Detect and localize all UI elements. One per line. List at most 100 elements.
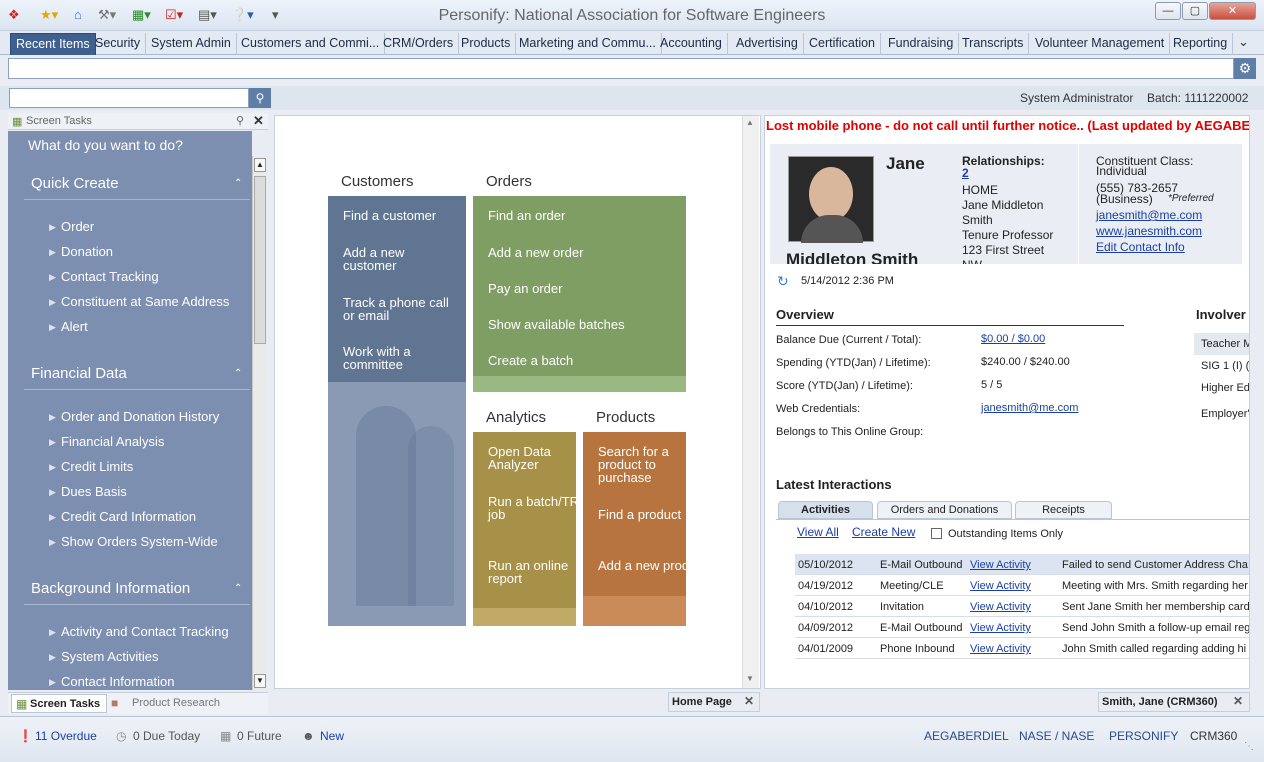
customers-link[interactable]: Track a phone call or email xyxy=(343,296,455,322)
collapse-icon[interactable]: ⌃ xyxy=(234,583,242,594)
tab-system-admin[interactable]: System Admin xyxy=(146,33,237,55)
task-link[interactable]: System Activities xyxy=(61,649,159,664)
products-link[interactable]: Search for a product to purchase xyxy=(598,445,710,484)
products-link[interactable]: Add a new product xyxy=(598,559,710,572)
email-link[interactable]: janesmith@me.com xyxy=(1096,208,1202,222)
search-input[interactable] xyxy=(9,88,249,108)
customers-link[interactable]: Find a customer xyxy=(343,209,455,222)
tab-advertising[interactable]: Advertising xyxy=(731,33,804,55)
view-activity-link[interactable]: View Activity xyxy=(970,622,1031,634)
task-link[interactable]: Show Orders System-Wide xyxy=(61,534,218,549)
tab-transcripts[interactable]: Transcripts xyxy=(957,33,1030,55)
task-link[interactable]: Order and Donation History xyxy=(61,409,219,424)
tab-certification[interactable]: Certification xyxy=(804,33,881,55)
customers-link[interactable]: Work with a committee xyxy=(343,345,455,371)
products-tile: Search for a product to purchase Find a p… xyxy=(583,432,706,626)
tab-accounting[interactable]: Accounting xyxy=(655,33,728,55)
interaction-tab[interactable]: Orders and Donations xyxy=(877,501,1012,519)
view-all-link[interactable]: View All xyxy=(797,525,839,539)
left-scrollbar[interactable]: ▲ ▼ xyxy=(252,156,267,690)
interaction-tab[interactable]: Receipts xyxy=(1015,501,1112,519)
section-financial-data[interactable]: Financial Data xyxy=(31,365,127,382)
task-link[interactable]: Contact Tracking xyxy=(61,269,159,284)
view-activity-link[interactable]: View Activity xyxy=(970,601,1031,613)
phone-type: (Business) xyxy=(1096,192,1153,206)
command-bar[interactable] xyxy=(8,58,1234,79)
section-background-information[interactable]: Background Information xyxy=(31,580,190,597)
chevron-right-icon: ▶ xyxy=(49,247,56,257)
customers-link[interactable]: Add a new customer xyxy=(343,246,455,272)
tab-home-page[interactable]: Home Page ✕ xyxy=(668,692,760,712)
website-link[interactable]: www.janesmith.com xyxy=(1096,224,1202,238)
more-tabs-chevron-icon[interactable]: ⌄ xyxy=(1238,34,1249,50)
task-link[interactable]: Order xyxy=(61,219,94,234)
task-link[interactable]: Contact Information xyxy=(61,674,174,689)
tab-reporting[interactable]: Reporting xyxy=(1168,33,1234,55)
edit-contact-link[interactable]: Edit Contact Info xyxy=(1096,240,1185,254)
tab-customers-and-commi[interactable]: Customers and Commi... xyxy=(236,33,386,55)
status-user: AEGABERDIEL xyxy=(924,729,1009,743)
view-activity-link[interactable]: View Activity xyxy=(970,580,1031,592)
overview-value[interactable]: $0.00 / $0.00 xyxy=(981,333,1045,345)
resize-grip-icon[interactable]: ⋱ xyxy=(1244,741,1254,752)
orders-link[interactable]: Find an order xyxy=(488,209,668,222)
close-panel-icon[interactable]: ✕ xyxy=(253,113,264,129)
tab-recent-items[interactable]: Recent Items xyxy=(10,33,96,55)
orders-link[interactable]: Show available batches xyxy=(488,318,668,331)
overdue-count[interactable]: 11 Overdue xyxy=(35,729,97,743)
task-link[interactable]: Financial Analysis xyxy=(61,434,164,449)
tab-crm-orders[interactable]: CRM/Orders xyxy=(378,33,460,55)
view-activity-link[interactable]: View Activity xyxy=(970,643,1031,655)
orders-link[interactable]: Create a batch xyxy=(488,354,668,367)
task-link[interactable]: Credit Card Information xyxy=(61,509,196,524)
task-link[interactable]: Activity and Contact Tracking xyxy=(61,624,229,639)
view-activity-link[interactable]: View Activity xyxy=(970,559,1031,571)
orders-link[interactable]: Pay an order xyxy=(488,282,668,295)
maximize-button[interactable]: ▢ xyxy=(1182,2,1208,20)
relationships-count[interactable]: 2 xyxy=(962,166,969,180)
tab-screen-tasks[interactable]: ▦ Screen Tasks xyxy=(11,694,107,713)
collapse-icon[interactable]: ⌃ xyxy=(234,178,242,189)
outstanding-checkbox[interactable] xyxy=(931,528,942,539)
create-new-link[interactable]: Create New xyxy=(852,525,915,539)
customers-tile: Find a customer Add a new customer Track a… xyxy=(328,196,466,626)
interaction-tab[interactable]: Activities xyxy=(778,501,873,519)
close-tab-icon[interactable]: ✕ xyxy=(744,694,754,708)
section-quick-create[interactable]: Quick Create xyxy=(31,175,119,192)
status-mode: CRM360 xyxy=(1190,729,1238,743)
tab-crm360-record[interactable]: Smith, Jane (CRM360) ✕ xyxy=(1098,692,1250,712)
new-button[interactable]: New xyxy=(320,729,344,743)
close-tab-icon[interactable]: ✕ xyxy=(1233,694,1243,708)
table-row[interactable]: 05/10/2012 E-Mail Outbound View Activity Fa… xyxy=(795,554,1249,575)
future-count[interactable]: 0 Future xyxy=(237,729,282,743)
tab-product-research[interactable]: ■ Product Research xyxy=(109,694,227,713)
refresh-icon[interactable]: ↻ xyxy=(777,273,789,290)
overview-value[interactable]: janesmith@me.com xyxy=(981,402,1078,414)
task-link[interactable]: Constituent at Same Address xyxy=(61,294,229,309)
tab-products[interactable]: Products xyxy=(456,33,517,55)
tab-fundraising[interactable]: Fundraising xyxy=(883,33,960,55)
table-row[interactable]: 04/19/2012 Meeting/CLE View Activity Meetin… xyxy=(795,575,1249,596)
task-link[interactable]: Credit Limits xyxy=(61,459,133,474)
products-link[interactable]: Find a product xyxy=(598,508,710,521)
minimize-button[interactable]: — xyxy=(1155,2,1181,20)
table-row[interactable]: 04/01/2009 Phone Inbound View Activity John… xyxy=(795,638,1249,659)
task-link[interactable]: Alert xyxy=(61,319,88,334)
tab-volunteer-management[interactable]: Volunteer Management xyxy=(1030,33,1171,55)
table-row[interactable]: 04/10/2012 Invitation View Activity Sent Ja… xyxy=(795,596,1249,617)
search-icon[interactable]: ⚲ xyxy=(249,88,271,108)
center-scrollbar[interactable]: ▲ ▼ xyxy=(742,116,759,688)
tab-marketing-and-commu[interactable]: Marketing and Commu... xyxy=(514,33,662,55)
pin-icon[interactable]: ⚲ xyxy=(236,114,244,127)
collapse-icon[interactable]: ⌃ xyxy=(234,368,242,379)
close-button[interactable]: ✕ xyxy=(1209,2,1256,20)
task-link[interactable]: Dues Basis xyxy=(61,484,127,499)
orders-link[interactable]: Add a new order xyxy=(488,246,668,259)
tab-security[interactable]: Security xyxy=(90,33,147,55)
chevron-right-icon: ▶ xyxy=(49,512,56,522)
due-today-count[interactable]: 0 Due Today xyxy=(133,729,200,743)
gear-icon[interactable]: ⚙ xyxy=(1234,58,1256,79)
table-row[interactable]: 04/09/2012 E-Mail Outbound View Activity Se… xyxy=(795,617,1249,638)
activity-description: John Smith called regarding adding hi xyxy=(1062,643,1247,655)
task-link[interactable]: Donation xyxy=(61,244,113,259)
